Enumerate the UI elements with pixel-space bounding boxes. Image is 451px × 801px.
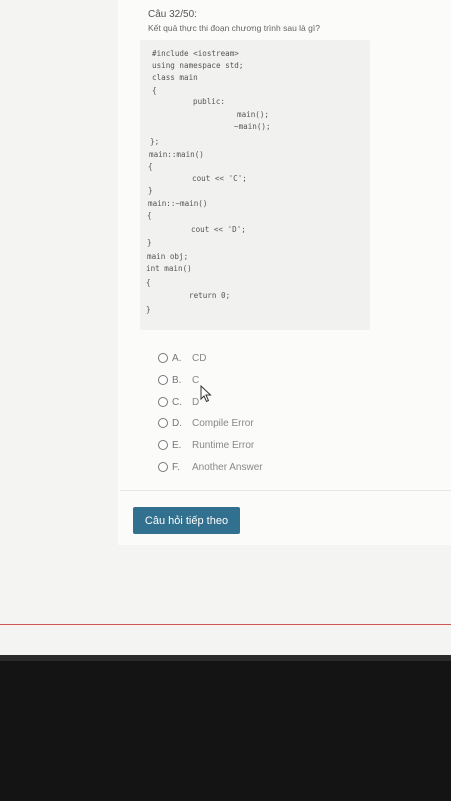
option-e[interactable]: E. Runtime Error: [158, 438, 254, 452]
code-line: }: [147, 238, 152, 247]
next-question-button[interactable]: Câu hỏi tiếp theo: [133, 507, 240, 534]
radio-circle-icon[interactable]: [158, 440, 168, 450]
code-line: main::~main(): [148, 199, 208, 208]
option-b[interactable]: B. C: [158, 373, 199, 387]
screen-bezel-edge: [0, 655, 451, 661]
option-f[interactable]: F. Another Answer: [158, 460, 263, 474]
code-line: main();: [237, 110, 270, 119]
radio-circle-icon[interactable]: [158, 418, 168, 428]
code-line: class main: [152, 73, 198, 82]
code-line: }: [148, 186, 153, 195]
code-line: {: [152, 86, 157, 95]
code-line: }: [146, 305, 151, 314]
code-line: return 0;: [189, 291, 231, 300]
option-d[interactable]: D. Compile Error: [158, 416, 254, 430]
accent-line: [0, 624, 451, 625]
radio-circle-icon[interactable]: [158, 397, 168, 407]
code-line: {: [148, 162, 153, 171]
code-line: int main(): [146, 264, 192, 273]
option-text: Runtime Error: [192, 439, 255, 451]
option-letter: A.: [172, 352, 182, 364]
radio-circle-icon[interactable]: [158, 462, 168, 472]
question-number: Câu 32/50:: [148, 9, 197, 20]
option-letter: C.: [172, 396, 182, 408]
radio-circle-icon[interactable]: [158, 353, 168, 363]
question-text: Kết quả thực thi đoạn chương trình sau l…: [148, 23, 320, 33]
option-letter: F.: [172, 461, 180, 473]
radio-circle-icon[interactable]: [158, 375, 168, 385]
option-letter: D.: [172, 417, 182, 429]
option-c[interactable]: C. D: [158, 395, 199, 409]
code-line: public:: [193, 97, 226, 106]
option-text: C: [192, 374, 200, 386]
option-text: Another Answer: [192, 461, 263, 473]
mouse-pointer-icon: [200, 385, 212, 403]
screen-bezel: [0, 655, 451, 801]
code-line: using namespace std;: [152, 61, 244, 70]
option-text: Compile Error: [192, 417, 254, 429]
code-line: main obj;: [147, 252, 189, 261]
option-letter: B.: [172, 374, 182, 386]
divider: [120, 490, 451, 491]
code-line: cout << 'D';: [191, 225, 246, 234]
code-line: };: [150, 137, 160, 146]
option-letter: E.: [172, 439, 182, 451]
code-line: {: [147, 211, 152, 220]
code-line: ~main();: [234, 122, 271, 131]
option-text: CD: [192, 352, 207, 364]
code-line: cout << 'C';: [192, 174, 247, 183]
code-block: [140, 40, 370, 330]
code-line: #include <iostream>: [152, 49, 239, 58]
code-line: {: [146, 278, 151, 287]
code-line: main::main(): [149, 150, 204, 159]
option-text: D: [192, 396, 200, 408]
option-a[interactable]: A. CD: [158, 351, 206, 365]
